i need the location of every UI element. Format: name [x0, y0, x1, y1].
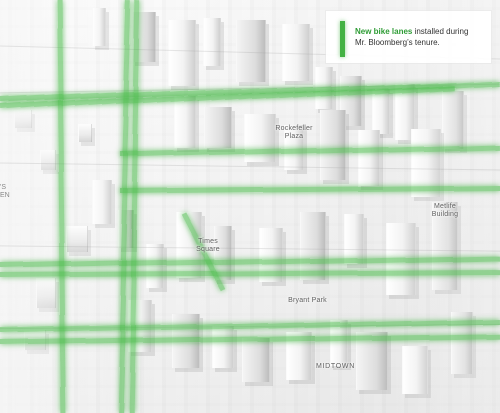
left-fog — [0, 0, 150, 413]
building — [244, 114, 276, 162]
bryant-park-label: Bryant Park — [288, 297, 327, 304]
building — [315, 67, 333, 109]
building — [212, 326, 234, 368]
bike-lanes-map: Rockefeller Plaza Metlife Building Times… — [0, 0, 500, 413]
building — [300, 212, 326, 280]
legend-text: New bike lanes installed during Mr. Bloo… — [355, 26, 480, 48]
building — [236, 20, 266, 82]
rockefeller-plaza-label: Rockefeller Plaza — [275, 125, 313, 140]
building — [358, 130, 380, 186]
building — [344, 214, 364, 264]
building — [320, 110, 346, 180]
times-square-label: Times Square — [196, 238, 220, 253]
map-legend: New bike lanes installed during Mr. Bloo… — [326, 11, 491, 63]
cropped-left-label: 'S EN — [0, 184, 10, 199]
metlife-building-label: Metlife Building — [431, 203, 459, 218]
midtown-label: MIDTOWN — [316, 363, 355, 370]
building — [282, 24, 310, 81]
building — [259, 228, 283, 282]
building — [242, 338, 270, 382]
building — [330, 320, 348, 366]
building — [203, 18, 221, 66]
legend-highlight: New bike lanes — [355, 27, 413, 36]
building — [204, 107, 232, 148]
green-lane-swatch — [340, 21, 345, 57]
building — [172, 314, 200, 368]
building — [286, 332, 312, 380]
building — [168, 20, 196, 86]
building — [174, 96, 196, 148]
